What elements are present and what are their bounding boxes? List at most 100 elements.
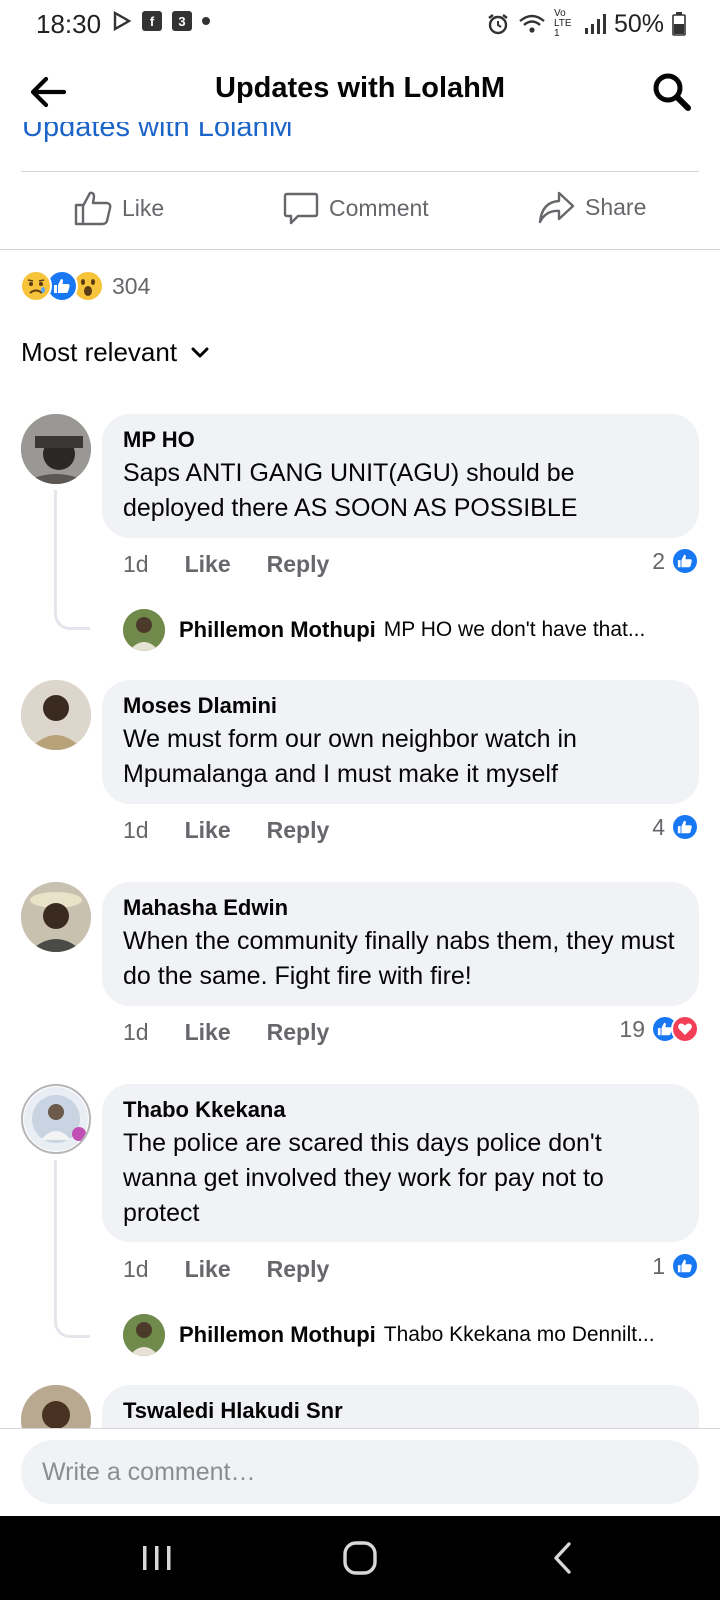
comment-bubble[interactable]: Mahasha Edwin When the community finally… <box>102 882 699 1006</box>
chevron-down-icon <box>191 347 209 357</box>
recent-apps-icon <box>143 1546 171 1570</box>
comment-like-button[interactable]: Like <box>185 551 231 578</box>
comment-input[interactable] <box>21 1440 699 1504</box>
reply-preview[interactable]: Phillemon Mothupi MP HO we don't have th… <box>123 609 690 651</box>
comment-reaction-count: 4 <box>652 813 665 840</box>
comment-author[interactable]: Moses Dlamini <box>123 692 679 720</box>
comment-reply-button[interactable]: Reply <box>267 1019 330 1046</box>
comment-bubble[interactable]: Moses Dlamini We must form our own neigh… <box>102 680 699 804</box>
post-title-text: Updates with LolahM <box>22 122 293 143</box>
reply-text: Thabo Kkekana mo Dennilt... <box>383 1323 655 1346</box>
chevron-left-icon <box>554 1542 571 1574</box>
love-reaction-icon <box>671 1015 699 1043</box>
comment-author[interactable]: Tswaledi Hlakudi Snr <box>123 1397 679 1425</box>
comment-meta: 1d Like Reply <box>123 1256 329 1283</box>
comment-reaction-count: 19 <box>619 1015 645 1042</box>
facebook-icon: f <box>142 11 162 31</box>
comment-age: 1d <box>123 551 149 577</box>
share-label: Share <box>585 193 647 220</box>
thread-line <box>54 490 90 630</box>
play-store-icon <box>113 11 132 31</box>
comment-author[interactable]: MP HO <box>123 426 679 454</box>
post-title-link[interactable]: Updates with LolahM <box>22 122 422 152</box>
comment-reactions[interactable]: 1 <box>652 1252 699 1280</box>
wifi-icon <box>519 14 545 33</box>
sad-reaction-icon <box>20 270 52 302</box>
divider <box>21 171 699 172</box>
recent-apps-button[interactable] <box>132 1536 182 1580</box>
home-icon <box>343 1541 377 1575</box>
comment-age: 1d <box>123 1256 149 1282</box>
reply-preview[interactable]: Phillemon Mothupi Thabo Kkekana mo Denni… <box>123 1314 690 1356</box>
status-right: Vo LTE1 50% <box>486 9 686 39</box>
avatar[interactable] <box>123 1314 165 1356</box>
system-nav-bar <box>0 1516 720 1600</box>
battery-icon <box>672 12 686 36</box>
avatar[interactable] <box>21 1084 91 1154</box>
search-icon <box>653 73 691 111</box>
comment-like-button[interactable]: Like <box>185 817 231 844</box>
comment-meta: 1d Like Reply <box>123 817 329 844</box>
comment-bubble[interactable]: Thabo Kkekana The police are scared this… <box>102 1084 699 1242</box>
comment-author[interactable]: Mahasha Edwin <box>123 894 679 922</box>
comment-age: 1d <box>123 1019 149 1045</box>
like-reaction-icon <box>671 813 699 841</box>
home-button[interactable] <box>335 1536 385 1580</box>
like-button[interactable]: Like <box>74 190 164 226</box>
comment-reply-button[interactable]: Reply <box>267 551 330 578</box>
comment-icon <box>283 192 319 225</box>
post-action-bar: Like Comment Share <box>0 182 720 244</box>
comment-reactions[interactable]: 2 <box>652 547 699 575</box>
comment-text: Saps ANTI GANG UNIT(AGU) should be deplo… <box>123 459 578 522</box>
sort-dropdown[interactable]: Most relevant <box>21 337 209 368</box>
reply-author[interactable]: Phillemon Mothupi <box>179 1322 376 1348</box>
comment-text: The police are scared this days police d… <box>123 1129 604 1227</box>
alarm-icon <box>488 14 508 35</box>
like-reaction-icon <box>671 1252 699 1280</box>
network-label: Vo LTE1 <box>553 8 572 39</box>
comment-reactions[interactable]: 19 <box>619 1015 699 1043</box>
reaction-badges <box>651 1015 699 1043</box>
comment-bubble[interactable]: MP HO Saps ANTI GANG UNIT(AGU) should be… <box>102 414 699 538</box>
app-header: Updates with LolahM <box>0 50 720 132</box>
comment-meta: 1d Like Reply <box>123 1019 329 1046</box>
more-notifications-icon <box>202 17 210 25</box>
comment-label: Comment <box>329 194 429 221</box>
search-button[interactable] <box>650 70 694 114</box>
comment-text: We must form our own neighbor watch in M… <box>123 725 577 788</box>
battery-text: 50% <box>613 9 664 38</box>
status-bar: 18:30 f 3 Vo LTE1 50% <box>0 0 720 46</box>
reaction-count: 304 <box>112 272 151 299</box>
comment-reactions[interactable]: 4 <box>652 813 699 841</box>
avatar[interactable] <box>21 882 91 952</box>
back-nav-button[interactable] <box>538 1536 588 1580</box>
comment-text: When the community finally nabs them, th… <box>123 927 675 990</box>
comment-reaction-count: 2 <box>652 547 665 574</box>
calendar-icon: 3 <box>172 11 192 31</box>
comment-button[interactable]: Comment <box>283 190 429 226</box>
avatar[interactable] <box>21 680 91 750</box>
avatar[interactable] <box>21 414 91 484</box>
like-label: Like <box>122 194 165 221</box>
comment-author[interactable]: Thabo Kkekana <box>123 1096 679 1124</box>
thread-line <box>54 1160 90 1338</box>
reactions-summary[interactable]: 304 <box>20 270 150 302</box>
comment-reply-button[interactable]: Reply <box>267 1256 330 1283</box>
reply-author[interactable]: Phillemon Mothupi <box>179 617 376 643</box>
comment-age: 1d <box>123 817 149 843</box>
comment-reaction-count: 1 <box>652 1252 665 1279</box>
reply-text: MP HO we don't have that... <box>383 618 646 641</box>
like-reaction-icon <box>671 547 699 575</box>
avatar[interactable] <box>123 609 165 651</box>
page-title: Updates with LolahM <box>215 72 505 104</box>
share-icon <box>538 191 575 224</box>
comment-like-button[interactable]: Like <box>185 1019 231 1046</box>
notification-icons: f 3 <box>112 11 210 31</box>
comment-like-button[interactable]: Like <box>185 1256 231 1283</box>
sort-label: Most relevant <box>21 337 178 367</box>
comment-reply-button[interactable]: Reply <box>267 817 330 844</box>
status-time: 18:30 <box>36 9 102 39</box>
thumbs-up-icon <box>74 191 112 226</box>
share-button[interactable]: Share <box>537 190 646 224</box>
signal-icon <box>584 14 606 34</box>
